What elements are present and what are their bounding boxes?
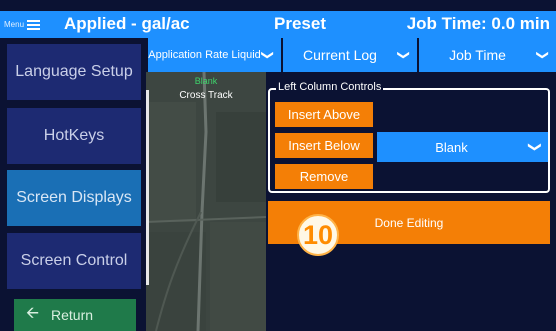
chevron-down-icon: ❯ <box>528 141 543 153</box>
button-label: Remove <box>299 169 349 184</box>
button-label: Insert Above <box>287 107 361 122</box>
map-terrain <box>146 72 266 331</box>
current-log-dropdown[interactable]: Current Log ❯ <box>283 38 417 72</box>
return-button[interactable]: 🡨 Return <box>14 299 136 331</box>
column-dropdown-bar: Application Rate Liquid ❯ Current Log ❯ … <box>146 38 556 72</box>
menu-button[interactable]: Menu <box>4 11 41 38</box>
top-bar: Menu Applied - gal/ac Preset Job Time: 0… <box>0 11 556 38</box>
sidebar-item-language-setup[interactable]: Language Setup <box>7 44 141 100</box>
step-badge: 10 <box>297 214 339 256</box>
dropdown-label: Application Rate Liquid <box>148 49 261 61</box>
done-editing-button[interactable]: Done Editing 10 <box>268 201 550 256</box>
button-label: Insert Below <box>288 138 360 153</box>
hamburger-icon <box>27 19 41 30</box>
sidebar-item-screen-displays[interactable]: Screen Displays <box>7 170 141 226</box>
sidebar-item-label: Screen Displays <box>16 189 132 206</box>
sidebar-item-screen-control[interactable]: Screen Control <box>7 233 141 289</box>
insert-below-button[interactable]: Insert Below <box>275 133 373 158</box>
column-type-select[interactable]: Blank ❯ <box>377 132 548 162</box>
sidebar-item-label: HotKeys <box>43 127 105 144</box>
preset-label[interactable]: Preset <box>274 14 326 34</box>
map-cross-track-label: Cross Track <box>179 90 233 101</box>
insert-above-button[interactable]: Insert Above <box>275 102 373 127</box>
map-divider[interactable] <box>146 90 149 285</box>
app-rate-dropdown[interactable]: Application Rate Liquid ❯ <box>148 38 281 72</box>
dropdown-label: Job Time <box>449 47 506 63</box>
chevron-down-icon: ❯ <box>397 49 411 61</box>
sidebar-item-label: Language Setup <box>15 63 133 80</box>
arrow-left-icon: 🡨 <box>26 304 39 322</box>
sidebar-item-label: Screen Control <box>20 252 128 269</box>
sidebar: Language Setup HotKeys Screen Displays S… <box>0 38 146 331</box>
chevron-down-icon: ❯ <box>261 49 275 61</box>
remove-button[interactable]: Remove <box>275 164 373 189</box>
map-blank-label: Blank <box>194 76 218 86</box>
controls-title: Left Column Controls <box>276 81 384 93</box>
select-value: Blank <box>435 139 468 155</box>
applied-rate-title[interactable]: Applied - gal/ac <box>64 14 190 34</box>
job-time-label[interactable]: Job Time: 0.0 min <box>407 14 550 34</box>
satellite-map[interactable]: Blank Cross Track <box>146 72 266 331</box>
dropdown-label: Current Log <box>303 47 377 63</box>
chevron-down-icon: ❯ <box>536 49 550 61</box>
menu-label: Menu <box>4 20 25 29</box>
left-column-controls: Left Column Controls Insert Above Insert… <box>268 81 550 193</box>
app-screen: Menu Applied - gal/ac Preset Job Time: 0… <box>0 0 556 331</box>
job-time-dropdown[interactable]: Job Time ❯ <box>419 38 556 72</box>
sidebar-item-hotkeys[interactable]: HotKeys <box>7 108 141 164</box>
return-label: Return <box>51 307 94 323</box>
